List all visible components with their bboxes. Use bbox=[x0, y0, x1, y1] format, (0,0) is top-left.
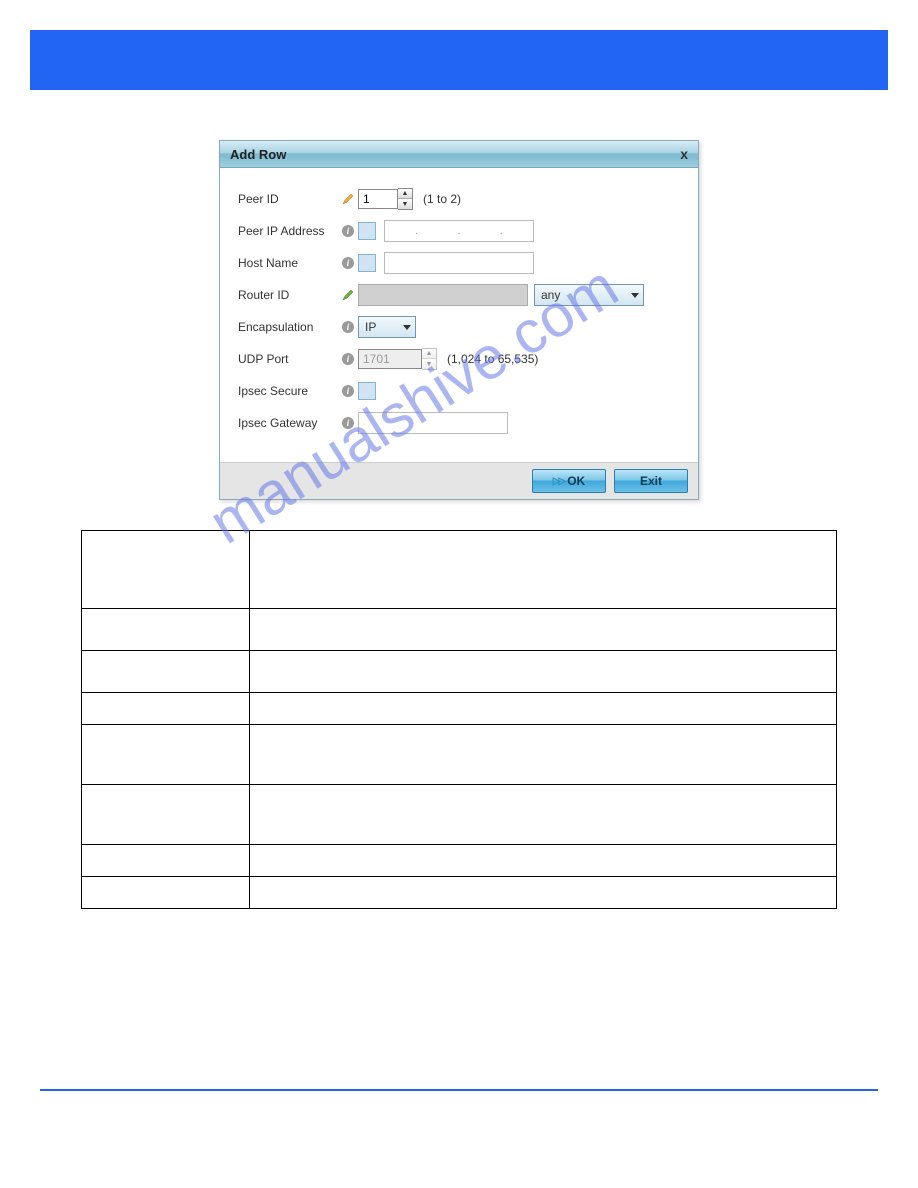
info-icon[interactable]: i bbox=[338, 257, 358, 269]
table-row bbox=[82, 693, 837, 725]
table-cell bbox=[82, 693, 250, 725]
label-router-id: Router ID bbox=[238, 288, 338, 302]
peer-id-spinner[interactable]: ▲ ▼ bbox=[358, 188, 413, 210]
row-ipsec-gateway: Ipsec Gateway i bbox=[238, 412, 680, 434]
dialog-title-text: Add Row bbox=[230, 147, 286, 162]
table-cell bbox=[82, 845, 250, 877]
row-host-name: Host Name i bbox=[238, 252, 680, 274]
close-icon[interactable]: x bbox=[680, 146, 688, 162]
row-peer-id: Peer ID ▲ ▼ (1 to 2) bbox=[238, 188, 680, 210]
spinner-up-icon: ▲ bbox=[422, 349, 436, 359]
table-row bbox=[82, 725, 837, 785]
spinner-down-icon[interactable]: ▼ bbox=[398, 199, 412, 209]
encapsulation-value: IP bbox=[365, 320, 376, 334]
encapsulation-select[interactable]: IP bbox=[358, 316, 416, 338]
exit-button-label: Exit bbox=[640, 474, 662, 488]
table-cell bbox=[250, 877, 837, 909]
table-row bbox=[82, 609, 837, 651]
chevron-down-icon bbox=[403, 325, 411, 330]
label-host-name: Host Name bbox=[238, 256, 338, 270]
info-icon[interactable]: i bbox=[338, 321, 358, 333]
edit-icon bbox=[338, 288, 358, 302]
table-cell bbox=[82, 785, 250, 845]
row-router-id: Router ID any bbox=[238, 284, 680, 306]
table-row bbox=[82, 877, 837, 909]
table-cell bbox=[82, 651, 250, 693]
info-icon[interactable]: i bbox=[338, 385, 358, 397]
table-cell bbox=[250, 609, 837, 651]
peer-ip-checkbox[interactable] bbox=[358, 222, 376, 240]
row-peer-ip: Peer IP Address i . . . bbox=[238, 220, 680, 242]
spinner-down-icon: ▼ bbox=[422, 359, 436, 369]
router-id-input bbox=[358, 284, 528, 306]
host-name-input[interactable] bbox=[384, 252, 534, 274]
peer-ip-input[interactable]: . . . bbox=[384, 220, 534, 242]
table-cell bbox=[250, 651, 837, 693]
router-id-select[interactable]: any bbox=[534, 284, 644, 306]
footer-divider bbox=[40, 1089, 878, 1091]
table-row bbox=[82, 531, 837, 609]
row-ipsec-secure: Ipsec Secure i bbox=[238, 380, 680, 402]
table-cell bbox=[250, 531, 837, 609]
label-ipsec-secure: Ipsec Secure bbox=[238, 384, 338, 398]
label-peer-ip: Peer IP Address bbox=[238, 224, 338, 238]
table-row bbox=[82, 651, 837, 693]
dialog-titlebar: Add Row x bbox=[220, 141, 698, 168]
row-encapsulation: Encapsulation i IP bbox=[238, 316, 680, 338]
table-cell bbox=[250, 725, 837, 785]
info-icon[interactable]: i bbox=[338, 353, 358, 365]
router-id-select-value: any bbox=[541, 288, 560, 302]
table-cell bbox=[82, 531, 250, 609]
chevron-down-icon bbox=[631, 293, 639, 298]
udp-port-spinner: ▲ ▼ bbox=[358, 348, 437, 370]
description-table bbox=[81, 530, 837, 909]
table-cell bbox=[82, 609, 250, 651]
label-encapsulation: Encapsulation bbox=[238, 320, 338, 334]
spinner-up-icon[interactable]: ▲ bbox=[398, 189, 412, 199]
table-row bbox=[82, 785, 837, 845]
ipsec-gateway-input[interactable] bbox=[358, 412, 508, 434]
table-cell bbox=[250, 693, 837, 725]
udp-port-hint: (1,024 to 65,535) bbox=[447, 352, 538, 366]
row-udp-port: UDP Port i ▲ ▼ (1,024 to 65,535) bbox=[238, 348, 680, 370]
add-row-dialog: Add Row x Peer ID ▲ ▼ (1 bbox=[219, 140, 699, 500]
top-banner bbox=[30, 30, 888, 90]
table-cell bbox=[250, 785, 837, 845]
label-peer-id: Peer ID bbox=[238, 192, 338, 206]
dialog-footer: ▷▷ OK Exit bbox=[220, 462, 698, 499]
info-icon[interactable]: i bbox=[338, 417, 358, 429]
label-ipsec-gateway: Ipsec Gateway bbox=[238, 416, 338, 430]
table-cell bbox=[82, 877, 250, 909]
label-udp-port: UDP Port bbox=[238, 352, 338, 366]
ok-arrows-icon: ▷▷ bbox=[553, 476, 564, 487]
table-cell bbox=[250, 845, 837, 877]
host-name-checkbox[interactable] bbox=[358, 254, 376, 272]
table-cell bbox=[82, 725, 250, 785]
table-row bbox=[82, 845, 837, 877]
peer-id-input[interactable] bbox=[358, 189, 398, 209]
ok-button-label: OK bbox=[567, 474, 585, 488]
required-icon bbox=[338, 192, 358, 206]
peer-id-hint: (1 to 2) bbox=[423, 192, 461, 206]
ok-button[interactable]: ▷▷ OK bbox=[532, 469, 606, 493]
info-icon[interactable]: i bbox=[338, 225, 358, 237]
exit-button[interactable]: Exit bbox=[614, 469, 688, 493]
udp-port-input bbox=[358, 349, 422, 369]
dialog-body: Peer ID ▲ ▼ (1 to 2) Peer IP Addre bbox=[220, 168, 698, 462]
ipsec-secure-checkbox[interactable] bbox=[358, 382, 376, 400]
